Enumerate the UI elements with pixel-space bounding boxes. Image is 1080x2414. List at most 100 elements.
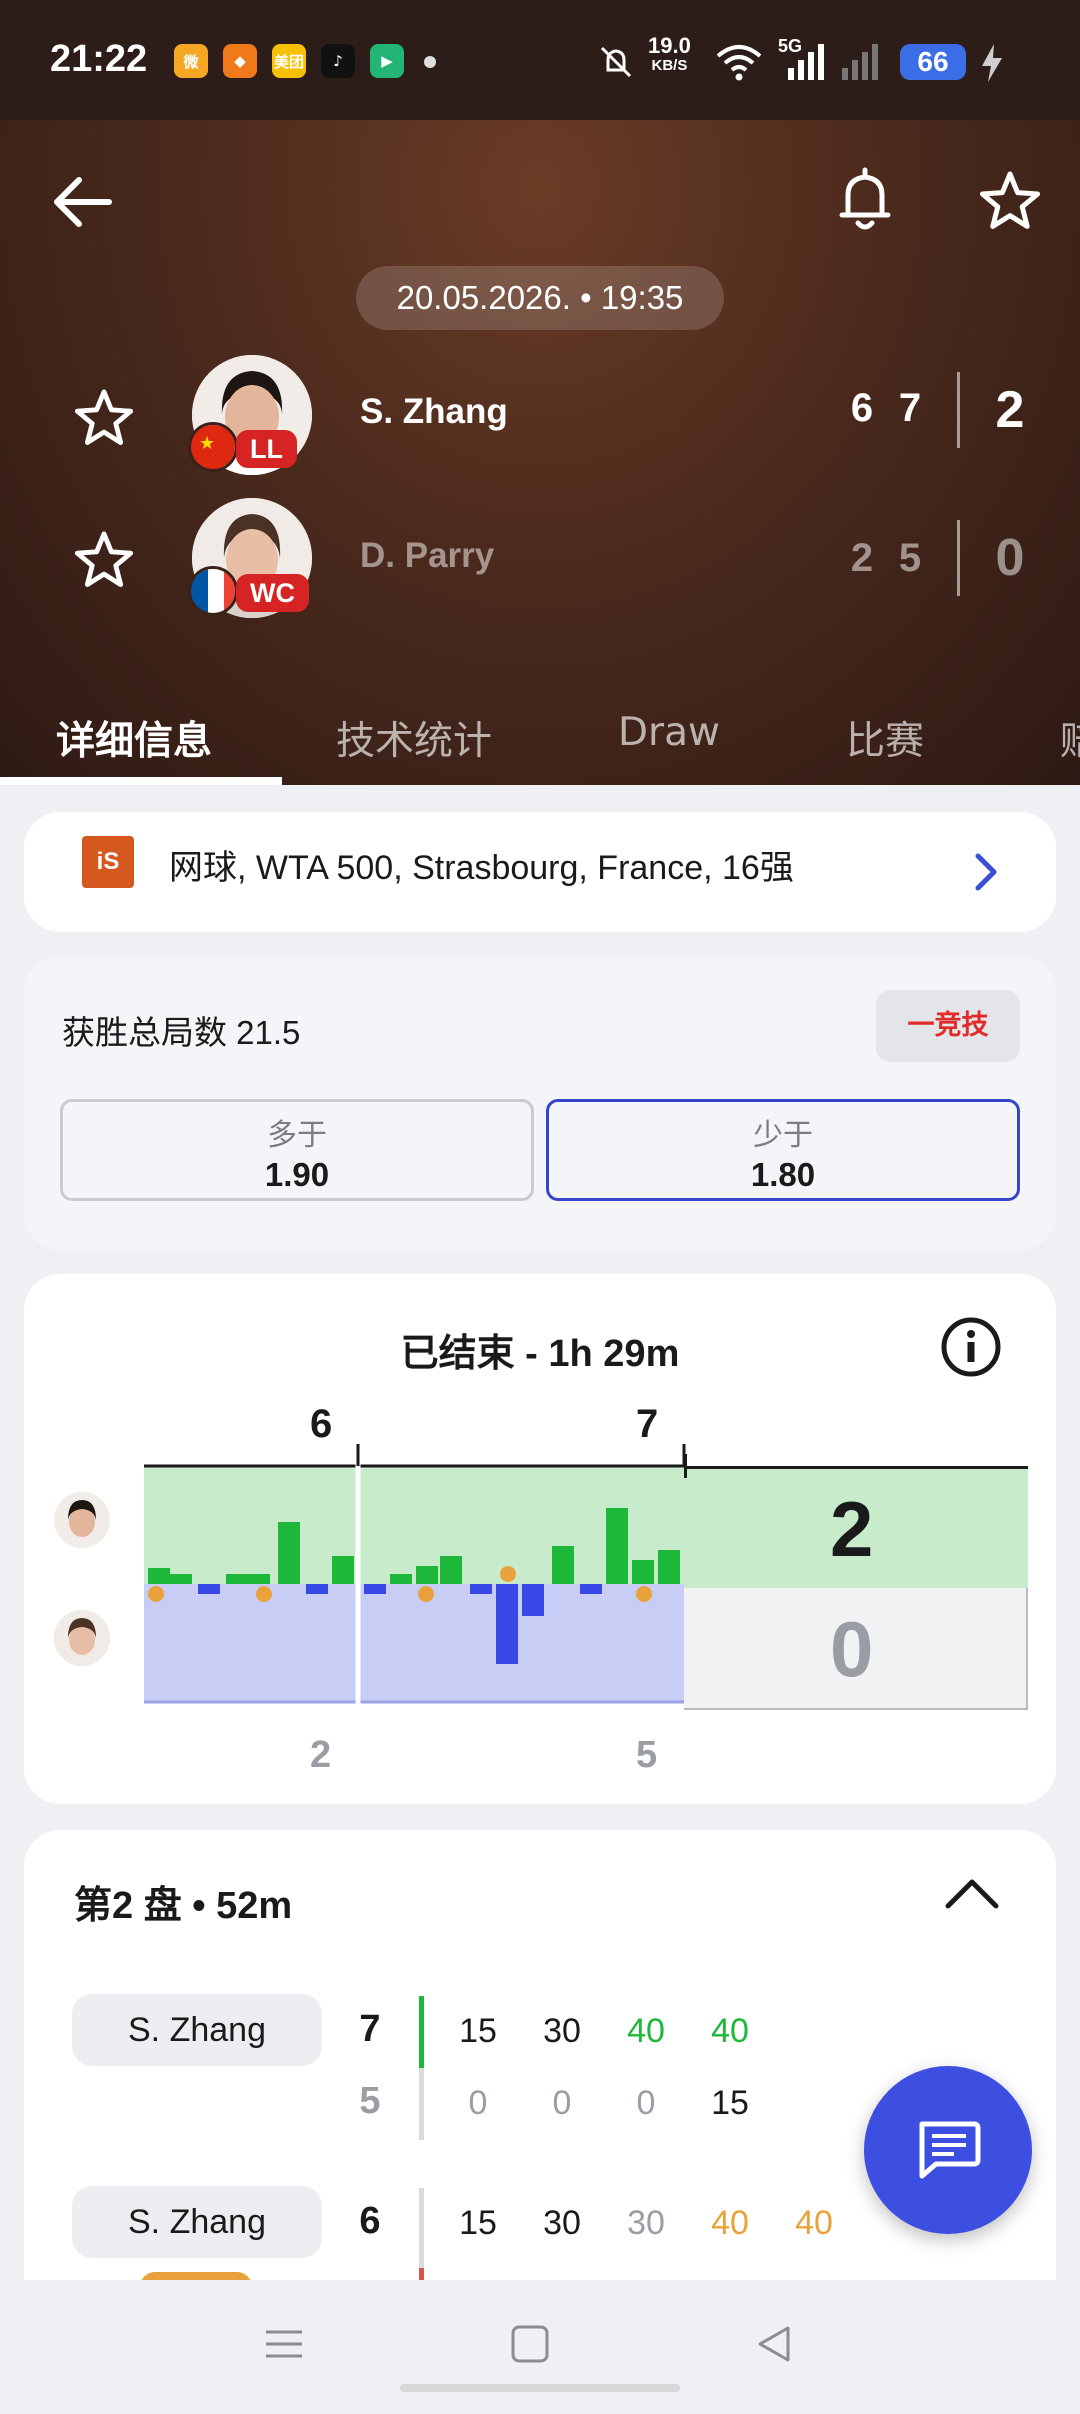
signal-icon: [788, 44, 878, 80]
match-header: 20.05.2026. • 19:35 ★ LL S. Zhang 6 7 2: [0, 120, 1080, 785]
tournament-logo-icon: iS: [82, 836, 134, 888]
chevron-up-icon: [945, 1879, 999, 1909]
tiktok-icon: ♪: [321, 44, 355, 78]
point-bar-p2: [580, 1584, 602, 1594]
back-nav-icon[interactable]: [754, 2324, 794, 2364]
sponsor-name: 一竞技: [907, 1010, 989, 1041]
tab-statistics[interactable]: 技术统计: [336, 710, 492, 766]
charging-icon: [982, 44, 1002, 82]
sponsor-logo[interactable]: 一竞技: [876, 990, 1020, 1062]
game-winner-bar: [419, 1996, 424, 2068]
point-bar-p1: [440, 1556, 462, 1584]
network-speed-unit: KB/S: [651, 57, 688, 74]
point-bar-p2: [364, 1584, 386, 1594]
set1-score-p2: 2: [310, 1734, 332, 1776]
point-bar-p1: [248, 1574, 270, 1584]
point-bar-p1: [552, 1546, 574, 1584]
point-bar-p2: [306, 1584, 328, 1594]
video-app-icon: ▶: [370, 44, 404, 78]
point-bar-p1: [148, 1568, 170, 1584]
tab-draw[interactable]: Draw: [618, 710, 720, 755]
point-bar-p1: [226, 1574, 248, 1584]
odds-under-button[interactable]: 少于 1.80: [546, 1099, 1020, 1201]
point-bar-p1: [170, 1574, 192, 1584]
china-flag-icon: ★: [188, 422, 238, 472]
player-name[interactable]: S. Zhang: [360, 392, 508, 432]
set-score: 5: [898, 536, 922, 580]
app-orange-icon: ◆: [223, 44, 257, 78]
odds-value: 1.90: [264, 1156, 330, 1193]
favorite-match-button[interactable]: [970, 160, 1050, 240]
info-icon: [941, 1317, 1001, 1377]
collapse-button[interactable]: [944, 1876, 1000, 1916]
odds-value: 1.80: [750, 1156, 816, 1193]
game-score-p2: 5: [359, 2080, 381, 2122]
final-sets-p1: 2: [830, 1485, 874, 1573]
betting-card: 获胜总局数 21.5 一竞技 多于 1.90 少于 1.80: [24, 956, 1056, 1250]
tournament-info: 网球, WTA 500, Strasbourg, France, 16强: [169, 849, 794, 887]
point-score: 30: [543, 2012, 581, 2050]
p2-zone: [144, 1584, 686, 1702]
point-bar-p1: [416, 1566, 438, 1584]
point-score: 30: [627, 2204, 665, 2242]
set-title: 第2 盘 • 52m: [74, 1885, 293, 1927]
tab-matches[interactable]: 比赛: [846, 710, 924, 766]
tab-details[interactable]: 详细信息: [56, 710, 212, 766]
p1-zone: [144, 1466, 686, 1584]
favorite-player-button[interactable]: [74, 530, 134, 592]
match-timeline-card: 已结束 - 1h 29m 6 7 2 5 2 0: [24, 1274, 1056, 1804]
player-name[interactable]: D. Parry: [360, 536, 494, 576]
bet-market-title: 获胜总局数 21.5: [62, 1014, 301, 1051]
sets-won: 2: [995, 381, 1025, 439]
odds-over-button[interactable]: 多于 1.90: [60, 1099, 534, 1201]
weibo-icon: 微: [174, 44, 208, 78]
star-icon: [979, 171, 1041, 229]
player-row-home: ★ LL S. Zhang 6 7 2: [0, 350, 1080, 480]
tournament-link[interactable]: iS 网球, WTA 500, Strasbourg, France, 16强: [24, 812, 1056, 932]
info-button[interactable]: [940, 1316, 1002, 1382]
notification-button[interactable]: [830, 160, 900, 240]
back-button[interactable]: [46, 166, 118, 238]
back-arrow-icon: [54, 177, 112, 227]
player-entry-badge: LL: [236, 430, 297, 468]
point-bar-p2: [198, 1584, 220, 1594]
battery-indicator: 66: [900, 44, 966, 80]
serve-ball-icon: [418, 1586, 434, 1602]
active-tab-indicator: [0, 777, 282, 785]
serve-ball-icon: [500, 1566, 516, 1582]
game-score-p1: 7: [359, 2008, 381, 2050]
menu-icon[interactable]: [264, 2324, 304, 2364]
set2-score-p2: 5: [636, 1734, 658, 1776]
player-avatar-small: [54, 1610, 110, 1666]
point-score: 15: [459, 2204, 497, 2242]
set-score: 2: [850, 536, 874, 580]
meituan-icon: 美团: [272, 44, 306, 78]
chevron-right-icon: [975, 853, 997, 891]
tab-odds[interactable]: 赔: [1060, 710, 1080, 766]
point-score: 40: [795, 2204, 833, 2242]
more-notifications-dot: [424, 56, 436, 68]
server-name: S. Zhang: [72, 2186, 322, 2258]
point-score: 30: [543, 2204, 581, 2242]
serve-ball-icon: [148, 1586, 164, 1602]
point-bar-p1: [606, 1508, 628, 1584]
set-score: 6: [850, 386, 874, 430]
star-icon: [74, 389, 134, 445]
point-score: 0: [468, 2084, 488, 2122]
home-icon[interactable]: [510, 2324, 550, 2364]
server-name: S. Zhang: [72, 1994, 322, 2066]
point-bar-p1: [332, 1556, 354, 1584]
player-entry-badge: WC: [236, 574, 309, 612]
network-speed: 19.0 KB/S: [648, 35, 691, 76]
score-divider: [957, 372, 960, 448]
set1-score-p1: 6: [310, 1402, 333, 1446]
home-indicator: [400, 2384, 680, 2392]
game-bar: [419, 2068, 424, 2140]
odds-label: 少于: [753, 1118, 813, 1153]
chat-button[interactable]: [864, 2066, 1032, 2234]
game-score-p1: 6: [359, 2200, 381, 2242]
star-icon: [74, 531, 134, 587]
match-status-duration: 已结束 - 1h 29m: [400, 1333, 680, 1375]
favorite-player-button[interactable]: [74, 388, 134, 450]
france-flag-icon: [188, 566, 238, 616]
